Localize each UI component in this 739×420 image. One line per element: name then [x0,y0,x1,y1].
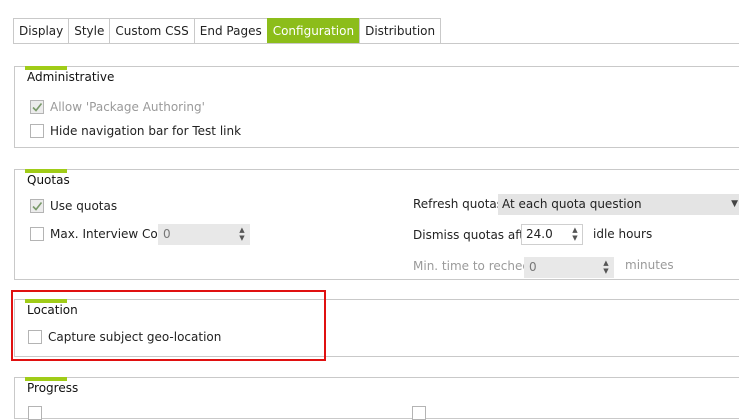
quotas-title: Quotas [27,173,70,187]
checkmark-icon [32,103,43,112]
spin-up-icon[interactable]: ▲ [602,259,610,267]
max-interview-label: Max. Interview Coun [50,227,173,241]
tab-end-pages[interactable]: End Pages [193,18,267,44]
progress-title: Progress [27,381,79,395]
tab-display[interactable]: Display [13,18,69,44]
max-interview-value: 0 [163,227,171,241]
min-time-recheck-unit: minutes [625,258,674,272]
checkmark-icon [32,202,43,211]
allow-package-authoring-checkbox[interactable] [30,100,44,114]
dismiss-quotas-value: 24.0 [526,227,553,241]
allow-package-authoring-label: Allow 'Package Authoring' [50,100,205,114]
hide-navigation-bar-label: Hide navigation bar for Test link [50,124,242,138]
progress-option-row-2[interactable] [412,406,426,420]
tab-custom-css[interactable]: Custom CSS [109,18,194,44]
tab-distribution[interactable]: Distribution [359,18,442,44]
tab-bar: Display Style Custom CSS End Pages Confi… [13,18,442,44]
use-quotas-checkbox[interactable] [30,199,44,213]
refresh-quotas-dropdown[interactable]: At each quota question ▼ [498,194,739,215]
dismiss-quotas-spinner[interactable]: 24.0 ▲ ▼ [521,224,583,245]
hide-navigation-bar-row[interactable]: Hide navigation bar for Test link [30,124,241,138]
tab-style[interactable]: Style [68,18,110,44]
max-interview-spinner[interactable]: 0 ▲ ▼ [158,224,250,245]
tab-divider [13,43,739,44]
spin-down-icon[interactable]: ▼ [571,234,579,242]
chevron-down-icon: ▼ [731,199,738,209]
use-quotas-row[interactable]: Use quotas [30,199,117,213]
progress-group: Progress [14,377,739,420]
administrative-group: Administrative Allow 'Package Authoring'… [14,66,739,148]
tab-configuration[interactable]: Configuration [266,18,360,44]
spin-down-icon[interactable]: ▼ [602,267,610,275]
progress-option-checkbox[interactable] [28,406,42,420]
administrative-title: Administrative [27,70,115,84]
use-quotas-label: Use quotas [50,199,118,213]
min-time-recheck-label: Min. time to recheck [413,259,536,273]
progress-option-row[interactable] [28,406,42,420]
min-time-recheck-spinner[interactable]: 0 ▲ ▼ [524,257,614,278]
quotas-group: Quotas Use quotas Max. Interview Coun 0 … [14,169,739,280]
allow-package-authoring-row[interactable]: Allow 'Package Authoring' [30,100,205,114]
min-time-recheck-value: 0 [529,260,537,274]
progress-option-checkbox-2[interactable] [412,406,426,420]
spin-up-icon[interactable]: ▲ [571,226,579,234]
max-interview-checkbox[interactable] [30,227,44,241]
max-interview-row[interactable]: Max. Interview Coun [30,227,173,241]
refresh-quotas-value: At each quota question [502,197,642,211]
spin-up-icon[interactable]: ▲ [238,226,246,234]
dismiss-quotas-label: Dismiss quotas after [413,228,537,242]
hide-navigation-bar-checkbox[interactable] [30,124,44,138]
highlight-box [11,290,326,361]
refresh-quotas-label: Refresh quotas [413,197,504,211]
dismiss-quotas-unit: idle hours [593,227,653,241]
spin-down-icon[interactable]: ▼ [238,234,246,242]
